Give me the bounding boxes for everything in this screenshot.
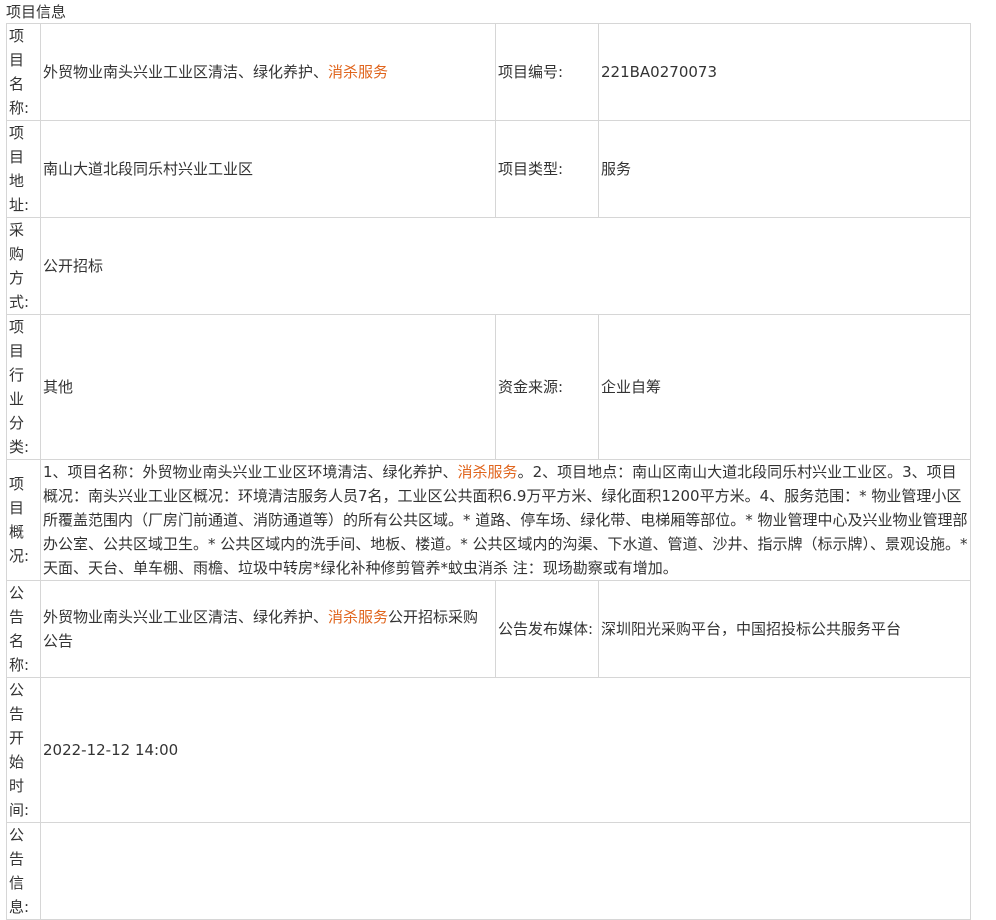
section-title: 项目信息 [6,3,67,21]
row-overview: 项目概况: 1、项目名称：外贸物业南头兴业工业区环境清洁、绿化养护、消杀服务。2… [6,459,971,581]
announcement-info-value [40,822,971,920]
funding-source-label: 资金来源: [495,314,599,460]
announcement-info-label: 公告信息: [6,822,41,920]
project-name-value: 外贸物业南头兴业工业区清洁、绿化养护、消杀服务 [40,23,496,121]
start-time-value: 2022-12-12 14:00 [40,677,971,823]
announcement-name-highlight[interactable]: 消杀服务 [328,608,388,626]
row-industry: 项目行业分类: 其他 资金来源: 企业自筹 [6,314,971,460]
procurement-method-value: 公开招标 [40,217,971,315]
announcement-media-value: 深圳阳光采购平台，中国招投标公共服务平台 [598,580,971,678]
project-number-label: 项目编号: [495,23,599,121]
announcement-name-text-a: 外贸物业南头兴业工业区清洁、绿化养护、 [43,608,329,626]
start-time-label: 公告开始时间: [6,677,41,823]
announcement-name-value: 外贸物业南头兴业工业区清洁、绿化养护、消杀服务公开招标采购公告 [40,580,496,678]
row-project-name: 项目名称: 外贸物业南头兴业工业区清洁、绿化养护、消杀服务 项目编号: 221B… [6,23,971,121]
row-announcement-info: 公告信息: [6,822,971,920]
project-name-label: 项目名称: [6,23,41,121]
overview-value: 1、项目名称：外贸物业南头兴业工业区环境清洁、绿化养护、消杀服务。2、项目地点：… [40,459,971,581]
project-address-value: 南山大道北段同乐村兴业工业区 [40,120,496,218]
project-name-text: 外贸物业南头兴业工业区清洁、绿化养护、 [43,63,329,81]
overview-highlight[interactable]: 消杀服务 [458,463,518,481]
funding-source-value: 企业自筹 [598,314,971,460]
project-address-label: 项目地址: [6,120,41,218]
overview-label: 项目概况: [6,459,41,581]
row-project-address: 项目地址: 南山大道北段同乐村兴业工业区 项目类型: 服务 [6,120,971,218]
project-info-table: 项目名称: 外贸物业南头兴业工业区清洁、绿化养护、消杀服务 项目编号: 221B… [6,23,971,920]
project-name-highlight[interactable]: 消杀服务 [328,63,388,81]
row-announcement-name: 公告名称: 外贸物业南头兴业工业区清洁、绿化养护、消杀服务公开招标采购公告 公告… [6,580,971,678]
project-number-value: 221BA0270073 [598,23,971,121]
announcement-name-label: 公告名称: [6,580,41,678]
row-procurement-method: 采购方式: 公开招标 [6,217,971,315]
procurement-method-label: 采购方式: [6,217,41,315]
overview-text-a: 1、项目名称：外贸物业南头兴业工业区环境清洁、绿化养护、 [43,463,458,481]
project-type-label: 项目类型: [495,120,599,218]
project-type-value: 服务 [598,120,971,218]
row-start-time: 公告开始时间: 2022-12-12 14:00 [6,677,971,823]
industry-value: 其他 [40,314,496,460]
announcement-media-label: 公告发布媒体: [495,580,599,678]
industry-label: 项目行业分类: [6,314,41,460]
